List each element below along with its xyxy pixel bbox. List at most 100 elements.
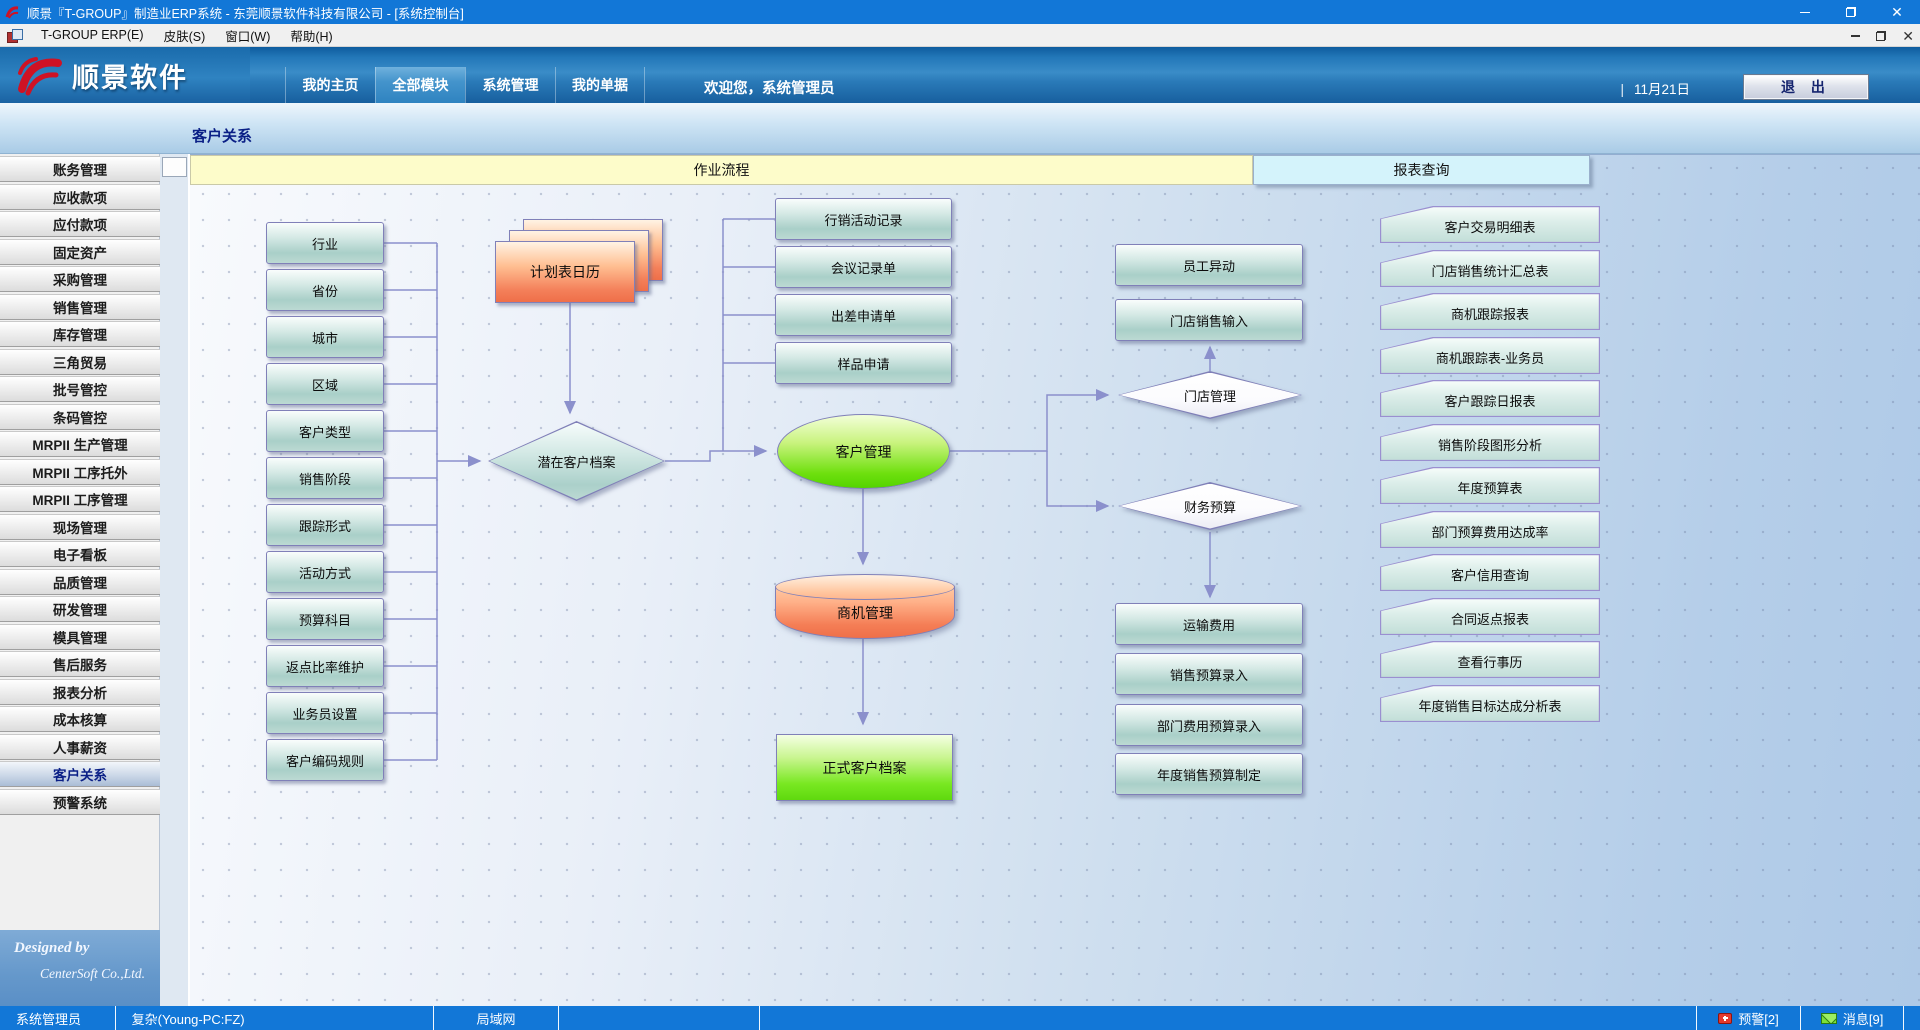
report-opportunity-tracking[interactable]: 商机跟踪报表 <box>1380 293 1600 330</box>
sidebar-item-after-sales[interactable]: 售后服务 <box>0 651 160 677</box>
flow-node-store-management[interactable]: 门店管理 <box>1118 371 1302 419</box>
header-date: |11月21日 <box>1620 78 1690 98</box>
flow-node-city[interactable]: 城市 <box>266 316 384 358</box>
sidebar-item-mold[interactable]: 模具管理 <box>0 624 160 650</box>
designed-by-text: Designed by <box>14 940 89 957</box>
flow-node-budget-subject[interactable]: 预算科目 <box>266 598 384 640</box>
menu-window[interactable]: 窗口(W) <box>215 23 280 48</box>
status-host: 复杂(Young-PC:FZ) <box>116 1006 434 1030</box>
flow-node-store-sales-input[interactable]: 门店销售输入 <box>1115 299 1303 341</box>
collapse-handle[interactable] <box>162 157 187 177</box>
status-message[interactable]: 消息[9] <box>1801 1006 1904 1030</box>
menu-skin[interactable]: 皮肤(S) <box>154 23 216 48</box>
sidebar-item-purchasing[interactable]: 采购管理 <box>0 266 160 292</box>
sidebar-item-triangle-trade[interactable]: 三角贸易 <box>0 349 160 375</box>
window-title: 顺景『T-GROUP』制造业ERP系统 - 东莞顺景软件科技有限公司 - [系统… <box>27 3 464 22</box>
report-dept-budget-achievement[interactable]: 部门预算费用达成率 <box>1380 511 1600 548</box>
flow-node-sample-request[interactable]: 样品申请 <box>775 342 952 384</box>
welcome-text: 欢迎您，系统管理员 <box>704 77 835 98</box>
flow-node-financial-budget[interactable]: 财务预算 <box>1118 482 1302 530</box>
sidebar-item-lot-control[interactable]: 批号管控 <box>0 376 160 402</box>
flow-node-industry[interactable]: 行业 <box>266 222 384 264</box>
flow-node-annual-sales-budget[interactable]: 年度销售预算制定 <box>1115 753 1303 795</box>
flow-node-dept-expense-budget[interactable]: 部门费用预算录入 <box>1115 704 1303 746</box>
report-view-calendar[interactable]: 查看行事历 <box>1380 641 1600 678</box>
flow-node-region[interactable]: 区域 <box>266 363 384 405</box>
report-customer-transactions[interactable]: 客户交易明细表 <box>1380 206 1600 243</box>
exit-button[interactable]: 退 出 <box>1744 75 1868 99</box>
flow-node-meeting-record[interactable]: 会议记录单 <box>775 246 952 288</box>
minimize-icon <box>1800 12 1810 13</box>
menu-bar: T-GROUP ERP(E) 皮肤(S) 窗口(W) 帮助(H) ✕ <box>0 24 1920 47</box>
flow-node-customer-management[interactable]: 客户管理 <box>777 414 950 489</box>
sidebar-item-barcode[interactable]: 条码管控 <box>0 404 160 430</box>
flow-node-marketing-activity[interactable]: 行销活动记录 <box>775 198 952 240</box>
sidebar-item-report-analysis[interactable]: 报表分析 <box>0 679 160 705</box>
sidebar-item-mrp2-outsourcing[interactable]: MRPII 工序托外 <box>0 459 160 485</box>
sidebar-item-rnd[interactable]: 研发管理 <box>0 596 160 622</box>
status-bar: 系统管理员 复杂(Young-PC:FZ) 局域网 预警[2] 消息[9] <box>0 1006 1920 1030</box>
sidebar-item-receivables[interactable]: 应收款项 <box>0 184 160 210</box>
sidebar-item-shopfloor[interactable]: 现场管理 <box>0 514 160 540</box>
flow-node-potential-customer[interactable]: 潜在客户档案 <box>488 421 665 501</box>
child-close-icon[interactable]: ✕ <box>1902 29 1914 43</box>
flow-node-business-trip[interactable]: 出差申请单 <box>775 294 952 336</box>
minimize-button[interactable] <box>1782 0 1828 24</box>
tab-my-documents[interactable]: 我的单据 <box>555 67 645 103</box>
sidebar-item-mrp2-process[interactable]: MRPII 工序管理 <box>0 486 160 512</box>
logo-text: 顺景软件 <box>72 56 188 95</box>
flow-node-plan-calendar[interactable]: 计划表日历 <box>495 241 635 303</box>
sidebar-item-mrp2-production[interactable]: MRPII 生产管理 <box>0 431 160 457</box>
sidebar-item-costing[interactable]: 成本核算 <box>0 706 160 732</box>
flow-node-opportunity-management[interactable]: 商机管理 <box>775 574 955 639</box>
tab-system-admin[interactable]: 系统管理 <box>465 67 555 103</box>
menu-tgroup-erp[interactable]: T-GROUP ERP(E) <box>31 25 154 45</box>
centersoft-text: CenterSoft Co.,Ltd. <box>40 966 145 982</box>
flow-node-customer-code-rule[interactable]: 客户编码规则 <box>266 739 384 781</box>
tab-all-modules[interactable]: 全部模块 <box>375 67 465 103</box>
report-customer-tracking-daily[interactable]: 客户跟踪日报表 <box>1380 380 1600 417</box>
flow-node-salesman-setup[interactable]: 业务员设置 <box>266 692 384 734</box>
child-restore-icon[interactable] <box>1876 31 1886 41</box>
sidebar-item-hr-payroll[interactable]: 人事薪资 <box>0 734 160 760</box>
report-contract-rebate[interactable]: 合同返点报表 <box>1380 598 1600 635</box>
flow-node-sales-budget-entry[interactable]: 销售预算录入 <box>1115 653 1303 695</box>
sidebar-item-sales[interactable]: 销售管理 <box>0 294 160 320</box>
report-opportunity-by-salesman[interactable]: 商机跟踪表-业务员 <box>1380 337 1600 374</box>
sidebar-item-accounting[interactable]: 账务管理 <box>0 156 160 182</box>
sidebar-item-alert-system[interactable]: 预警系统 <box>0 789 160 815</box>
report-customer-credit[interactable]: 客户信用查询 <box>1380 554 1600 591</box>
menu-help[interactable]: 帮助(H) <box>280 23 342 48</box>
child-minimize-icon[interactable] <box>1851 35 1860 37</box>
sidebar-item-quality[interactable]: 品质管理 <box>0 569 160 595</box>
flow-node-sales-stage[interactable]: 销售阶段 <box>266 457 384 499</box>
flow-node-transport-cost[interactable]: 运输费用 <box>1115 603 1303 645</box>
flow-node-province[interactable]: 省份 <box>266 269 384 311</box>
company-logo-icon <box>14 53 66 97</box>
splitter-gutter[interactable] <box>160 154 190 1006</box>
report-sales-stage-graph[interactable]: 销售阶段图形分析 <box>1380 424 1600 461</box>
sidebar-item-fixed-assets[interactable]: 固定资产 <box>0 239 160 265</box>
sidebar-item-kanban[interactable]: 电子看板 <box>0 541 160 567</box>
app-logo-icon <box>5 4 21 20</box>
flow-node-customer-type[interactable]: 客户类型 <box>266 410 384 452</box>
sidebar-item-customer-relations[interactable]: 客户关系 <box>0 761 160 787</box>
flow-node-formal-customer[interactable]: 正式客户档案 <box>776 734 953 801</box>
restore-button[interactable] <box>1828 0 1874 24</box>
report-annual-sales-target[interactable]: 年度销售目标达成分析表 <box>1380 685 1600 722</box>
flow-connectors <box>190 155 1920 1006</box>
restore-icon <box>1846 7 1856 17</box>
tab-my-home[interactable]: 我的主页 <box>285 67 375 103</box>
nav-tabs: 我的主页 全部模块 系统管理 我的单据 <box>285 67 645 103</box>
status-alert[interactable]: 预警[2] <box>1697 1006 1802 1030</box>
flow-node-activity-method[interactable]: 活动方式 <box>266 551 384 593</box>
report-store-sales-summary[interactable]: 门店销售统计汇总表 <box>1380 250 1600 287</box>
sidebar-item-inventory[interactable]: 库存管理 <box>0 321 160 347</box>
branding-panel: Designed by CenterSoft Co.,Ltd. <box>0 930 160 1006</box>
flow-node-employee-change[interactable]: 员工异动 <box>1115 244 1303 286</box>
report-annual-budget[interactable]: 年度预算表 <box>1380 467 1600 504</box>
sidebar-item-payables[interactable]: 应付款项 <box>0 211 160 237</box>
flow-node-rebate-rate[interactable]: 返点比率维护 <box>266 645 384 687</box>
flow-node-tracking-method[interactable]: 跟踪形式 <box>266 504 384 546</box>
close-button[interactable]: ✕ <box>1874 0 1920 24</box>
